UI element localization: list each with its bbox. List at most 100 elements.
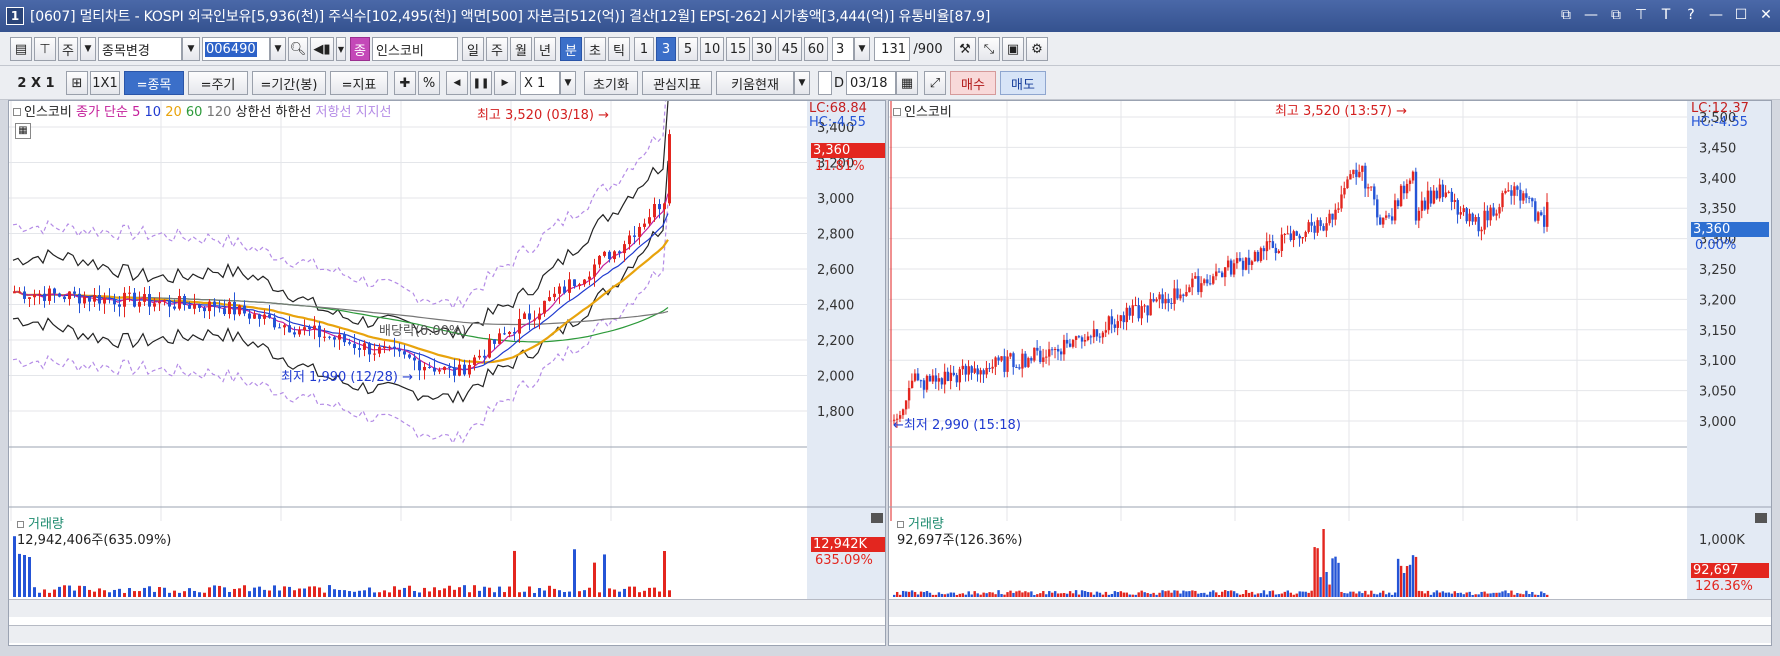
right-volume-bar [994, 594, 997, 597]
calendar-icon[interactable]: ▦ [896, 71, 918, 95]
period-month[interactable]: 월 [510, 37, 532, 61]
sync-period-button[interactable]: =주기 [188, 71, 248, 95]
right-volume-bar [949, 592, 953, 597]
left-candle-body [123, 292, 126, 307]
right-volume-close-icon[interactable] [1755, 513, 1767, 523]
left-volume-bar [398, 589, 401, 597]
right-chart-canvas[interactable]: 3,5003,4503,4003,3503,3003,2503,2003,150… [889, 101, 1773, 647]
pin-top-icon[interactable]: ⊤ [34, 37, 56, 61]
kiwoom-current-button[interactable]: 키움현재 [716, 71, 794, 95]
chart-tool-icon[interactable]: ⤢ [924, 71, 946, 95]
cascade-icon[interactable]: ⧉ [1608, 6, 1624, 24]
sync-range-button[interactable]: =기간(봉) [252, 71, 326, 95]
right-volume-bar [1036, 594, 1039, 597]
sync-indicator-button[interactable]: =지표 [330, 71, 388, 95]
tool-icon-a[interactable]: ⚒ [954, 37, 976, 61]
market-dropdown-icon[interactable]: ▼ [80, 37, 96, 61]
close-icon[interactable]: ✕ [1758, 6, 1774, 24]
left-volume-bar [118, 588, 121, 597]
left-chart-canvas[interactable]: 3,4003,2003,0002,8002,6002,4002,2002,000… [9, 101, 887, 647]
left-candle-body [373, 353, 376, 355]
tool-icon-b[interactable]: ⤡ [978, 37, 1000, 61]
period-week[interactable]: 주 [486, 37, 508, 61]
right-volume-bar [1352, 591, 1355, 597]
stock-code-value: 006490 [205, 41, 257, 57]
right-candle-body [1244, 257, 1248, 270]
right-candle-body [955, 375, 959, 383]
interval-dropdown-icon[interactable]: ▼ [854, 37, 870, 61]
date-input[interactable]: 03/18 [846, 71, 896, 95]
scroll-right-icon[interactable]: ▶ [494, 71, 516, 95]
period-tick[interactable]: 틱 [608, 37, 630, 61]
pin-icon[interactable]: ⊤ [1633, 6, 1649, 24]
interval-15[interactable]: 15 [726, 37, 750, 61]
right-candle-body [940, 378, 944, 385]
interval-input[interactable]: 3 [832, 37, 854, 61]
speaker-icon[interactable]: ◀▮ [310, 37, 334, 61]
table-icon[interactable]: ▦ [15, 123, 31, 139]
grid-1x1-button[interactable]: 1X1 [90, 71, 120, 95]
interval-30[interactable]: 30 [752, 37, 776, 61]
crosshair-icon[interactable]: ✚ [394, 71, 416, 95]
minimize-icon[interactable]: — [1708, 6, 1724, 24]
maximize-icon[interactable]: ☐ [1733, 6, 1749, 24]
save-icon[interactable]: ▣ [1002, 37, 1024, 61]
stock-change-dropdown-icon[interactable]: ▼ [182, 37, 200, 61]
right-volume-bar [1522, 594, 1525, 597]
buy-button[interactable]: 매수 [950, 71, 996, 95]
left-volume-close-icon[interactable] [871, 513, 883, 523]
stock-name-field[interactable]: 인스코비 [372, 37, 458, 61]
watch-indicator-button[interactable]: 관심지표 [642, 71, 712, 95]
right-volume-bar [1125, 592, 1128, 597]
stock-code-input[interactable]: 006490 [202, 37, 270, 61]
speaker-dropdown-icon[interactable]: ▼ [336, 37, 346, 61]
percent-button[interactable]: % [418, 71, 440, 95]
interval-1[interactable]: 1 [634, 37, 654, 61]
interval-3[interactable]: 3 [656, 37, 676, 61]
left-chart-panel[interactable]: 3,400 3,200 3,000 2,800 2,600 2,400 2,200 2,000… [8, 100, 886, 646]
zoom-select[interactable]: X 1 [520, 71, 560, 95]
code-dropdown-icon[interactable]: ▼ [270, 37, 286, 61]
sync-stock-button[interactable]: =종목 [124, 71, 184, 95]
grid-icon[interactable]: ⊞ [66, 71, 88, 95]
font-icon[interactable]: T [1658, 6, 1674, 24]
interval-45[interactable]: 45 [778, 37, 802, 61]
left-scrollbar[interactable] [9, 625, 885, 643]
right-volume-bar [1429, 594, 1433, 597]
gear-icon[interactable]: ⚙ [1026, 37, 1048, 61]
right-chart-panel[interactable]: 3,500 3,450 3,400 3,350 3,300 3,250 3,200 3,150… [888, 100, 1772, 646]
right-candle-body [1095, 329, 1099, 337]
period-minute[interactable]: 분 [560, 37, 582, 61]
scroll-left-icon[interactable]: ◀ [446, 71, 468, 95]
period-year[interactable]: 년 [534, 37, 556, 61]
right-volume-bar [1140, 590, 1143, 597]
zoom-dropdown-icon[interactable]: ▼ [560, 71, 576, 95]
search-icon[interactable]: 🔍︎ [288, 37, 308, 61]
period-day[interactable]: 일 [462, 37, 484, 61]
left-volume-bar [58, 586, 61, 597]
count-input[interactable]: 131 [874, 37, 910, 61]
left-candle-body [543, 300, 546, 314]
market-select[interactable]: 주 [58, 37, 78, 61]
pause-icon[interactable]: ❚❚ [470, 71, 492, 95]
left-volume-bar [243, 585, 246, 597]
right-candle-body [1253, 251, 1257, 262]
layout-icon[interactable]: ▤ [10, 37, 32, 61]
help-icon[interactable]: ? [1683, 6, 1699, 24]
left-candle-body [368, 343, 371, 355]
minimize-group-icon[interactable]: — [1583, 6, 1599, 24]
kiwoom-dropdown-icon[interactable]: ▼ [794, 71, 810, 95]
reset-button[interactable]: 초기화 [584, 71, 638, 95]
interval-10[interactable]: 10 [700, 37, 724, 61]
right-scrollbar[interactable] [889, 625, 1771, 643]
interval-5[interactable]: 5 [678, 37, 698, 61]
left-candle-body [243, 305, 246, 314]
right-volume-bar [1200, 592, 1203, 597]
d-checkbox[interactable] [818, 71, 832, 95]
period-second[interactable]: 초 [584, 37, 606, 61]
left-candle-body [573, 279, 576, 287]
sell-button[interactable]: 매도 [1000, 71, 1046, 95]
stock-change-select[interactable]: 종목변경 [98, 37, 182, 61]
interval-60[interactable]: 60 [804, 37, 828, 61]
restore-icon[interactable]: ⧉ [1558, 6, 1574, 24]
